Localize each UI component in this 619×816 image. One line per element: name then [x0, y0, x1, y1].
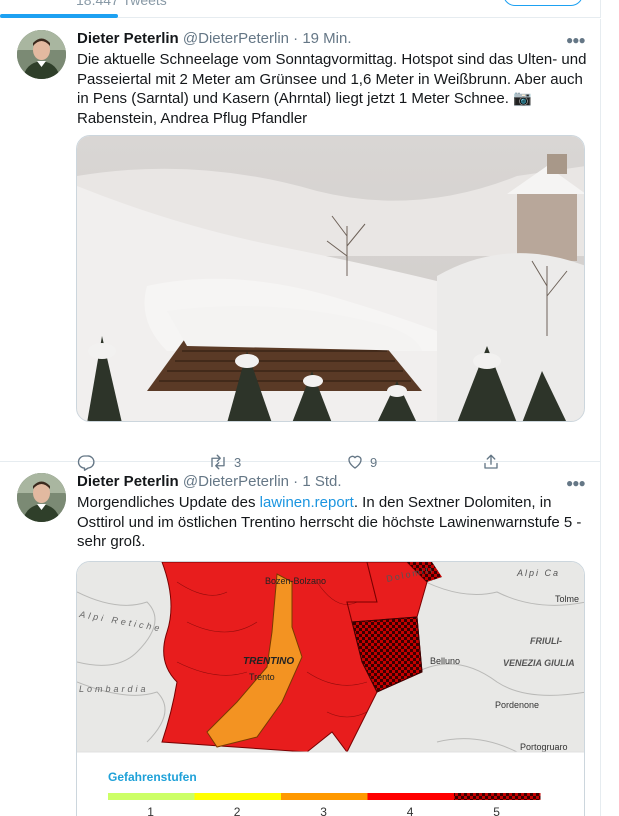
- tweet-photo[interactable]: [76, 135, 585, 422]
- profile-tabs: 18.447 Tweets: [0, 0, 601, 18]
- map-label-bozen: Bozen-Bolzano: [265, 576, 326, 586]
- danger-level-bar-4: [367, 793, 454, 800]
- danger-level-label-4: 4: [407, 805, 414, 816]
- avatar[interactable]: [17, 473, 66, 522]
- tweet-header: Dieter Peterlin @DieterPeterlin · 1 Std.: [77, 473, 342, 490]
- author-handle[interactable]: @DieterPeterlin: [183, 473, 289, 490]
- legend-title: Gefahrenstufen: [108, 770, 197, 784]
- tweet-header: Dieter Peterlin @DieterPeterlin · 19 Min…: [77, 30, 352, 47]
- danger-level-bar-5: [454, 793, 541, 800]
- map-label-venezia: VENEZIA GIULIA: [503, 658, 575, 668]
- map-label-trentino: TRENTINO: [243, 656, 294, 667]
- map-label-pordenone: Pordenone: [495, 700, 539, 710]
- tweet-text: Morgendliches Update des lawinen.report.…: [77, 493, 589, 552]
- tweet[interactable]: Dieter Peterlin @DieterPeterlin · 1 Std.…: [0, 462, 601, 816]
- danger-level-label-1: 1: [147, 805, 154, 816]
- danger-level-bar-1: [108, 793, 195, 800]
- more-horizontal-icon[interactable]: ●●●: [566, 33, 586, 47]
- author-name[interactable]: Dieter Peterlin: [77, 473, 179, 490]
- tweet-count: 18.447 Tweets: [76, 0, 167, 8]
- map-label-lombardia: Lombardia: [79, 684, 149, 694]
- author-name[interactable]: Dieter Peterlin: [77, 30, 179, 47]
- map-label-friuli: FRIULI-: [530, 636, 562, 646]
- map-label-portogruaro: Portogruaro: [520, 742, 568, 752]
- tweet[interactable]: Dieter Peterlin @DieterPeterlin · 19 Min…: [0, 19, 601, 471]
- avalanche-map-graphic: Bozen-Bolzano TRENTINO Trento Belluno FR…: [77, 562, 584, 816]
- avalanche-map[interactable]: Bozen-Bolzano TRENTINO Trento Belluno FR…: [76, 561, 585, 816]
- danger-level-label-2: 2: [234, 805, 241, 816]
- danger-level-bar-3: [281, 793, 368, 800]
- tweet-link[interactable]: lawinen.report: [260, 494, 354, 511]
- tweet-text-part: Morgendliches Update des: [77, 494, 260, 511]
- map-label-trento: Trento: [249, 672, 275, 682]
- snow-photo: [77, 136, 584, 421]
- map-label-tolmezzo: Tolme: [555, 594, 579, 604]
- follow-button[interactable]: [503, 0, 583, 6]
- danger-level-bar-2: [194, 793, 281, 800]
- author-handle[interactable]: @DieterPeterlin: [183, 30, 289, 47]
- tab-tweets-indicator[interactable]: [0, 14, 118, 18]
- tweet-text: Die aktuelle Schneelage vom Sonntagvormi…: [77, 51, 587, 127]
- avatar[interactable]: [17, 30, 66, 79]
- map-label-belluno: Belluno: [430, 656, 460, 666]
- danger-level-label-3: 3: [320, 805, 327, 816]
- tweet-time[interactable]: · 19 Min.: [293, 30, 351, 47]
- tweet-time[interactable]: · 1 Std.: [293, 473, 341, 490]
- map-label-alpi-carniche: Alpi Ca: [516, 568, 560, 578]
- danger-level-label-5: 5: [493, 805, 500, 816]
- more-horizontal-icon[interactable]: ●●●: [566, 476, 586, 490]
